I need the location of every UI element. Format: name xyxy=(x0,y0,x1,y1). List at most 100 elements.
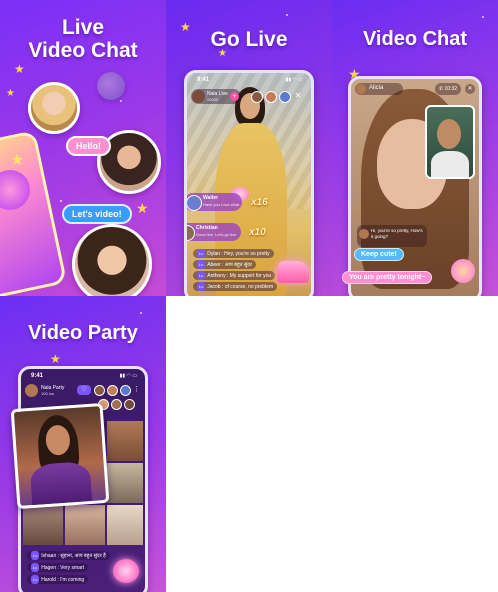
featured-dress xyxy=(29,460,93,510)
level-tag: Lv xyxy=(197,271,206,280)
level-tag: Lv xyxy=(197,260,206,269)
chat-line: Lv Ishaan : सुहाना, आप बहुत सुंदर हैं xyxy=(27,551,110,560)
close-icon[interactable]: ✕ xyxy=(293,91,303,101)
star-icon: ★ xyxy=(50,352,61,366)
star-icon: ★ xyxy=(136,200,149,216)
status-time: 9:41 xyxy=(31,373,44,379)
chat-line: Lv Jacob : of course, no problem xyxy=(193,282,278,291)
chat-text: Ishaan : सुहाना, आप बहुत सुंदर हैं xyxy=(41,553,106,559)
call-timer: 10:32 xyxy=(444,86,457,92)
viewer-avatars: ✕ xyxy=(251,91,303,103)
host-sub: 20000 xyxy=(207,97,219,102)
sparkle xyxy=(286,14,288,16)
chat-line: Lv Hagen : Very smart xyxy=(27,563,89,572)
video-tile-4[interactable] xyxy=(23,505,63,545)
blurred-avatar xyxy=(97,72,125,100)
lets-video-bubble: Let's video! xyxy=(62,204,132,224)
level-tag: Lv xyxy=(31,551,40,560)
panel-go-live: Go Live ★ ★ 9:41 ▮▮ ◠ ▭ Nala Live 20000 … xyxy=(166,0,332,296)
sparkle xyxy=(482,16,484,18)
host-header[interactable]: Nala Live 20000 + xyxy=(191,89,241,104)
seat-icons xyxy=(98,399,135,410)
video-tile-3[interactable] xyxy=(107,463,143,503)
comment-text: Have you Love what xyxy=(203,202,240,207)
gift-count-2: x10 xyxy=(249,227,266,238)
panel-title: Video Party xyxy=(28,322,138,344)
chat-line: Lv Anthony : My support for you xyxy=(193,271,276,280)
title-line-2: Video Chat xyxy=(28,39,138,63)
video-call-screen: Alicia ✆ 10:32 ✕ Hi, you're so pretty, H… xyxy=(348,76,482,296)
viewer-avatars: ⋮ xyxy=(94,385,140,396)
status-icons: ▮▮ ◠ ▭ xyxy=(285,77,303,83)
host-avatar xyxy=(192,90,205,103)
video-tile-2[interactable] xyxy=(107,421,143,461)
gift-car-icon xyxy=(277,261,309,283)
video-tile-6[interactable] xyxy=(107,505,143,545)
chat-line: Lv Harold : I'm coming xyxy=(27,575,89,584)
chat-text: Anthony : My support for you xyxy=(207,273,272,279)
user-avatar-3[interactable] xyxy=(72,224,152,296)
gift-count-1: x16 xyxy=(251,197,268,208)
keep-cute-bubble: Keep cute! xyxy=(354,248,404,261)
caller-avatar xyxy=(356,84,366,94)
chat-text: Jacob : of course, no problem xyxy=(207,284,274,290)
user-avatar-1[interactable] xyxy=(28,82,80,134)
caller-chip[interactable]: Alicia xyxy=(355,83,403,95)
level-tag: Lv xyxy=(197,249,206,258)
self-face xyxy=(437,119,461,149)
star-icon: ★ xyxy=(180,20,191,34)
viewer-avatar[interactable] xyxy=(265,91,277,103)
status-time: 9:41 xyxy=(197,77,210,83)
title-line-1: Live xyxy=(61,16,105,39)
featured-video-tile[interactable] xyxy=(10,402,110,510)
sparkle xyxy=(140,312,142,314)
comment-pill-1: Walter Have you Love what xyxy=(187,193,242,211)
comment-name: Christian xyxy=(196,225,218,231)
star-icon: ★ xyxy=(14,62,25,76)
panel-title: Live Video Chat xyxy=(0,16,166,62)
chat-text: Hagen : Very smart xyxy=(41,565,85,571)
viewer-avatar[interactable] xyxy=(251,91,263,103)
room-sub: 100 ios xyxy=(41,391,54,396)
panel-title: Video Chat xyxy=(362,28,468,50)
seat-avatar[interactable] xyxy=(111,399,122,410)
viewer-avatar[interactable] xyxy=(120,385,131,396)
self-shirt xyxy=(431,151,469,177)
comment-text: Good live. Let's go live xyxy=(196,232,237,237)
more-icon[interactable]: ⋮ xyxy=(133,385,140,394)
live-phone-screen: 9:41 ▮▮ ◠ ▭ Nala Live 20000 + ✕ x16 x10 … xyxy=(184,70,314,296)
viewer-avatar[interactable] xyxy=(94,385,105,396)
viewer-avatar[interactable] xyxy=(107,385,118,396)
panel-video-chat: Video Chat ★ Alicia ✆ 10:32 ✕ Hi, you're… xyxy=(332,0,498,296)
video-tile-5[interactable] xyxy=(65,505,105,545)
level-tag: Lv xyxy=(31,563,40,572)
level-tag: Lv xyxy=(197,282,206,291)
panel-video-party: Video Party ★ 9:41 ▮▮ ◠ ▭ Nala Party 100… xyxy=(0,296,166,592)
comment-pill-2: Christian Good live. Let's go live xyxy=(187,223,241,241)
comment-avatar xyxy=(187,195,202,211)
self-video-preview[interactable] xyxy=(425,105,475,179)
seat-avatar[interactable] xyxy=(124,399,135,410)
panel-live-video-chat: Live Video Chat ★ ★ ★ ★ Hello! Let's vid… xyxy=(0,0,166,296)
hello-bubble: Hello! xyxy=(66,136,112,156)
follow-icon[interactable]: + xyxy=(230,92,239,101)
chat-icon[interactable]: ♡ xyxy=(77,385,91,395)
chat-text: Abeer : आप बहुत सुंदर xyxy=(207,262,252,268)
caller-name: Alicia xyxy=(369,85,384,91)
star-icon: ★ xyxy=(10,152,25,169)
chat-line: Lv Abeer : आप बहुत सुंदर xyxy=(193,260,256,269)
gift-heart-icon[interactable] xyxy=(113,559,139,583)
gift-box-icon[interactable] xyxy=(451,259,475,283)
room-avatar xyxy=(25,384,38,397)
room-header[interactable]: Nala Party 100 ios xyxy=(25,383,77,399)
chat-text: Harold : I'm coming xyxy=(41,577,85,583)
chat-line: Lv Dylan : Hey, you're so pretty xyxy=(193,249,274,258)
level-tag: Lv xyxy=(31,575,40,584)
pretty-tonight-bubble: You are pretty tonight~ xyxy=(342,271,433,284)
close-icon[interactable]: ✕ xyxy=(465,84,475,94)
sparkle xyxy=(120,100,122,102)
chat-text: Dylan : Hey, you're so pretty xyxy=(207,251,270,257)
comment-avatar xyxy=(187,225,195,241)
call-timer-chip: ✆ 10:32 xyxy=(434,83,461,95)
viewer-avatar[interactable] xyxy=(279,91,291,103)
